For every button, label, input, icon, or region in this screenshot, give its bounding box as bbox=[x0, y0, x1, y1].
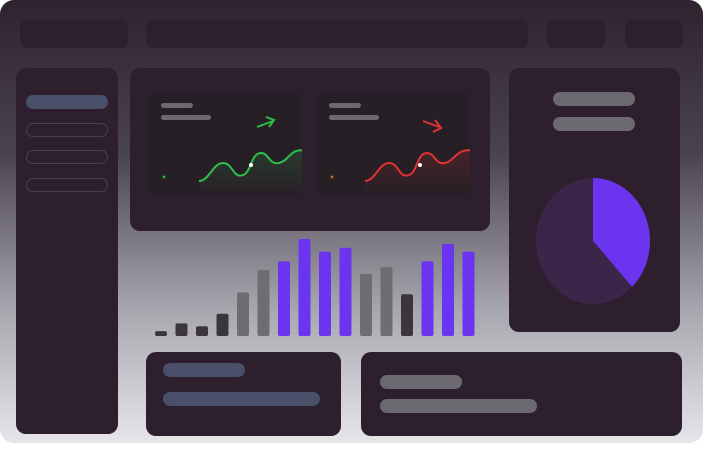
card-sparkline-down bbox=[329, 119, 470, 195]
bar-11 bbox=[360, 273, 372, 336]
dashboard-window bbox=[0, 0, 703, 443]
menu-button[interactable] bbox=[20, 20, 128, 48]
bar-16 bbox=[462, 251, 475, 336]
bar-4 bbox=[216, 313, 229, 336]
bar-13 bbox=[401, 294, 413, 336]
summary-left-value bbox=[163, 392, 320, 406]
bar-2 bbox=[175, 323, 188, 336]
trend-card-down[interactable] bbox=[315, 93, 470, 195]
sidebar-item[interactable] bbox=[26, 178, 108, 192]
toolbar-action-button-1[interactable] bbox=[547, 20, 605, 48]
arrow-up-right-icon bbox=[256, 116, 276, 128]
sidebar-item[interactable] bbox=[26, 123, 108, 137]
sidebar-item[interactable] bbox=[26, 150, 108, 164]
pie-panel-line-1 bbox=[553, 92, 635, 106]
search-bar[interactable] bbox=[146, 20, 528, 48]
bar-3 bbox=[196, 326, 208, 336]
sparkline-marker bbox=[418, 163, 422, 167]
bar-12 bbox=[380, 267, 393, 336]
sidebar bbox=[16, 68, 118, 434]
stats-panel bbox=[130, 68, 490, 231]
bar-6 bbox=[257, 270, 270, 336]
bar-7 bbox=[278, 261, 290, 336]
card-sparkline-up bbox=[161, 116, 302, 195]
summary-right-value bbox=[380, 399, 537, 413]
bar-10 bbox=[339, 247, 352, 336]
sparkline-marker bbox=[249, 163, 253, 167]
summary-right-title bbox=[380, 375, 462, 389]
bar-5 bbox=[237, 292, 249, 336]
sidebar-item-active[interactable] bbox=[26, 95, 108, 109]
trend-card-up[interactable] bbox=[147, 93, 302, 195]
pie-chart bbox=[536, 178, 650, 304]
pie-panel bbox=[509, 68, 680, 332]
toolbar-action-button-2[interactable] bbox=[625, 20, 683, 48]
bar-8 bbox=[298, 239, 311, 336]
bar-14 bbox=[421, 261, 434, 336]
sparkline-area bbox=[199, 150, 302, 195]
summary-left-title bbox=[163, 363, 245, 377]
bar-9 bbox=[319, 251, 331, 336]
pie-panel-line-2 bbox=[553, 117, 635, 131]
arrow-down-right-icon bbox=[422, 119, 443, 133]
summary-card-right[interactable] bbox=[361, 352, 682, 436]
summary-card-left[interactable] bbox=[146, 352, 341, 436]
bar-15 bbox=[442, 243, 454, 336]
bar-1 bbox=[155, 331, 167, 336]
bar-chart bbox=[155, 239, 475, 336]
